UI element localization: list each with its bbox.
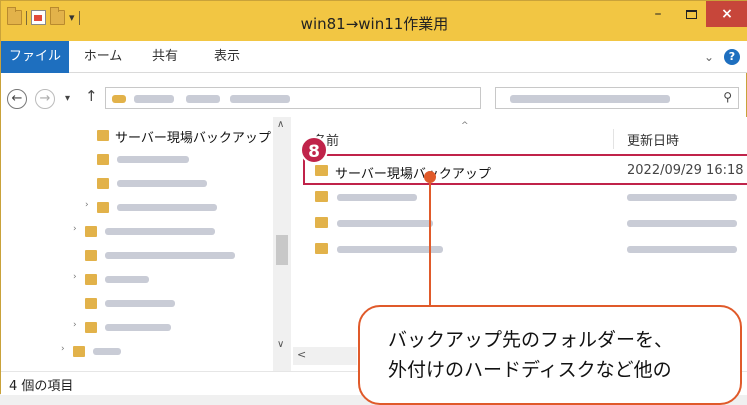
- redacted-label: [105, 324, 171, 331]
- redacted-date: [627, 220, 737, 227]
- back-arrow-icon[interactable]: ←: [7, 89, 27, 109]
- folder-icon: [315, 217, 328, 228]
- tab-view[interactable]: 表示: [203, 41, 251, 73]
- breadcrumb-segment-redacted[interactable]: [230, 95, 290, 103]
- redacted-label: [337, 194, 417, 201]
- search-icon[interactable]: ⚲: [723, 90, 732, 104]
- up-arrow-icon[interactable]: ↑: [85, 87, 98, 105]
- file-row[interactable]: [293, 237, 747, 261]
- redacted-label: [337, 220, 433, 227]
- column-header-date[interactable]: 更新日時: [627, 130, 679, 149]
- breadcrumb-segment-redacted[interactable]: [186, 95, 220, 103]
- navigation-pane: サーバー現場バックアップ › › › › ›: [1, 117, 291, 371]
- horizontal-scrollbar[interactable]: <: [293, 347, 357, 365]
- search-input[interactable]: ⚲: [495, 87, 739, 109]
- file-row[interactable]: [293, 185, 747, 209]
- folder-icon: [97, 202, 109, 213]
- folder-icon: [85, 250, 97, 261]
- folder-icon: [85, 298, 97, 309]
- folder-icon: [85, 322, 97, 333]
- scroll-up-arrow-icon[interactable]: ∧: [277, 119, 284, 130]
- file-row[interactable]: [293, 211, 747, 235]
- column-header-row: 名前 ^ 更新日時: [293, 121, 747, 151]
- redacted-label: [105, 300, 175, 307]
- redacted-label: [117, 156, 189, 163]
- expand-arrow-icon[interactable]: ›: [73, 320, 77, 330]
- tab-file[interactable]: ファイル: [1, 41, 69, 73]
- help-icon[interactable]: ?: [724, 49, 740, 65]
- close-button[interactable]: ×: [706, 1, 747, 27]
- forward-arrow-icon[interactable]: →: [35, 89, 55, 109]
- recent-locations-dropdown-icon[interactable]: ▾: [65, 93, 70, 104]
- maximize-button[interactable]: [676, 1, 706, 27]
- nav-scrollbar[interactable]: ∧ ∨: [273, 117, 291, 371]
- redacted-label: [337, 246, 443, 253]
- callout-connector-line: [429, 179, 431, 307]
- step-badge: 8: [300, 136, 328, 164]
- expand-arrow-icon[interactable]: ›: [73, 272, 77, 282]
- folder-icon: [97, 154, 109, 165]
- ribbon-tabs: ファイル ホーム 共有 表示 ⌄ ?: [1, 41, 747, 73]
- nav-item-label: サーバー現場バックアップ: [115, 131, 271, 146]
- explorer-window: ▾ win81→win11作業用 – × ファイル ホーム 共有 表示 ⌄ ? …: [0, 0, 747, 405]
- minimize-button[interactable]: –: [640, 1, 676, 27]
- callout-anchor-dot: [424, 171, 436, 183]
- nav-item[interactable]: ›: [1, 269, 271, 291]
- callout-line-2: 外付けのハードディスクなど他の: [388, 359, 672, 381]
- nav-item[interactable]: ›: [1, 197, 271, 219]
- item-count: 4 個の項目: [9, 379, 74, 394]
- nav-item[interactable]: ›: [1, 317, 271, 339]
- expand-arrow-icon[interactable]: ›: [85, 200, 89, 210]
- expand-arrow-icon[interactable]: ›: [73, 224, 77, 234]
- redacted-date: [627, 194, 737, 201]
- redacted-label: [105, 252, 235, 259]
- ribbon-controls: ⌄ ?: [704, 49, 740, 65]
- folder-icon: [97, 130, 109, 141]
- redacted-date: [627, 246, 737, 253]
- folder-icon: [315, 191, 328, 202]
- sort-ascending-icon: ^: [461, 121, 469, 131]
- redacted-label: [117, 204, 217, 211]
- redacted-label: [105, 276, 149, 283]
- redacted-label: [117, 180, 207, 187]
- window-title: win81→win11作業用: [300, 15, 449, 33]
- scroll-left-arrow-icon[interactable]: <: [297, 348, 306, 361]
- nav-item[interactable]: [1, 293, 271, 315]
- folder-icon: [85, 274, 97, 285]
- callout-line-1: バックアップ先のフォルダーを、: [388, 329, 674, 351]
- search-placeholder-redacted: [510, 95, 670, 103]
- nav-item[interactable]: [1, 173, 271, 195]
- scrollbar-thumb[interactable]: [276, 235, 288, 265]
- folder-icon: [85, 226, 97, 237]
- expand-arrow-icon[interactable]: ›: [61, 344, 65, 354]
- tab-home[interactable]: ホーム: [79, 41, 127, 73]
- title-bar: ▾ win81→win11作業用 – ×: [1, 1, 747, 41]
- scroll-down-arrow-icon[interactable]: ∨: [277, 339, 284, 350]
- redacted-label: [93, 348, 121, 355]
- highlight-frame: [303, 154, 747, 185]
- folder-icon: [97, 178, 109, 189]
- nav-item[interactable]: ›: [1, 341, 271, 363]
- breadcrumb-segment-redacted[interactable]: [134, 95, 174, 103]
- callout-bubble: バックアップ先のフォルダーを、 外付けのハードディスクなど他の: [358, 305, 742, 405]
- nav-item[interactable]: [1, 245, 271, 267]
- address-bar[interactable]: ∨ ↻: [105, 87, 575, 109]
- folder-icon: [315, 243, 328, 254]
- nav-item[interactable]: サーバー現場バックアップ: [1, 125, 271, 147]
- nav-item[interactable]: ›: [1, 221, 271, 243]
- drive-icon: [73, 346, 85, 357]
- redacted-label: [105, 228, 215, 235]
- folder-icon: [112, 95, 126, 103]
- maximize-icon: [685, 9, 697, 19]
- expand-ribbon-chevron-icon[interactable]: ⌄: [704, 50, 714, 64]
- nav-item[interactable]: [1, 149, 271, 171]
- column-divider[interactable]: [613, 129, 614, 149]
- tab-share[interactable]: 共有: [141, 41, 189, 73]
- address-row: ← → ▾ ↑ ∨ ↻ ⚲: [1, 81, 747, 115]
